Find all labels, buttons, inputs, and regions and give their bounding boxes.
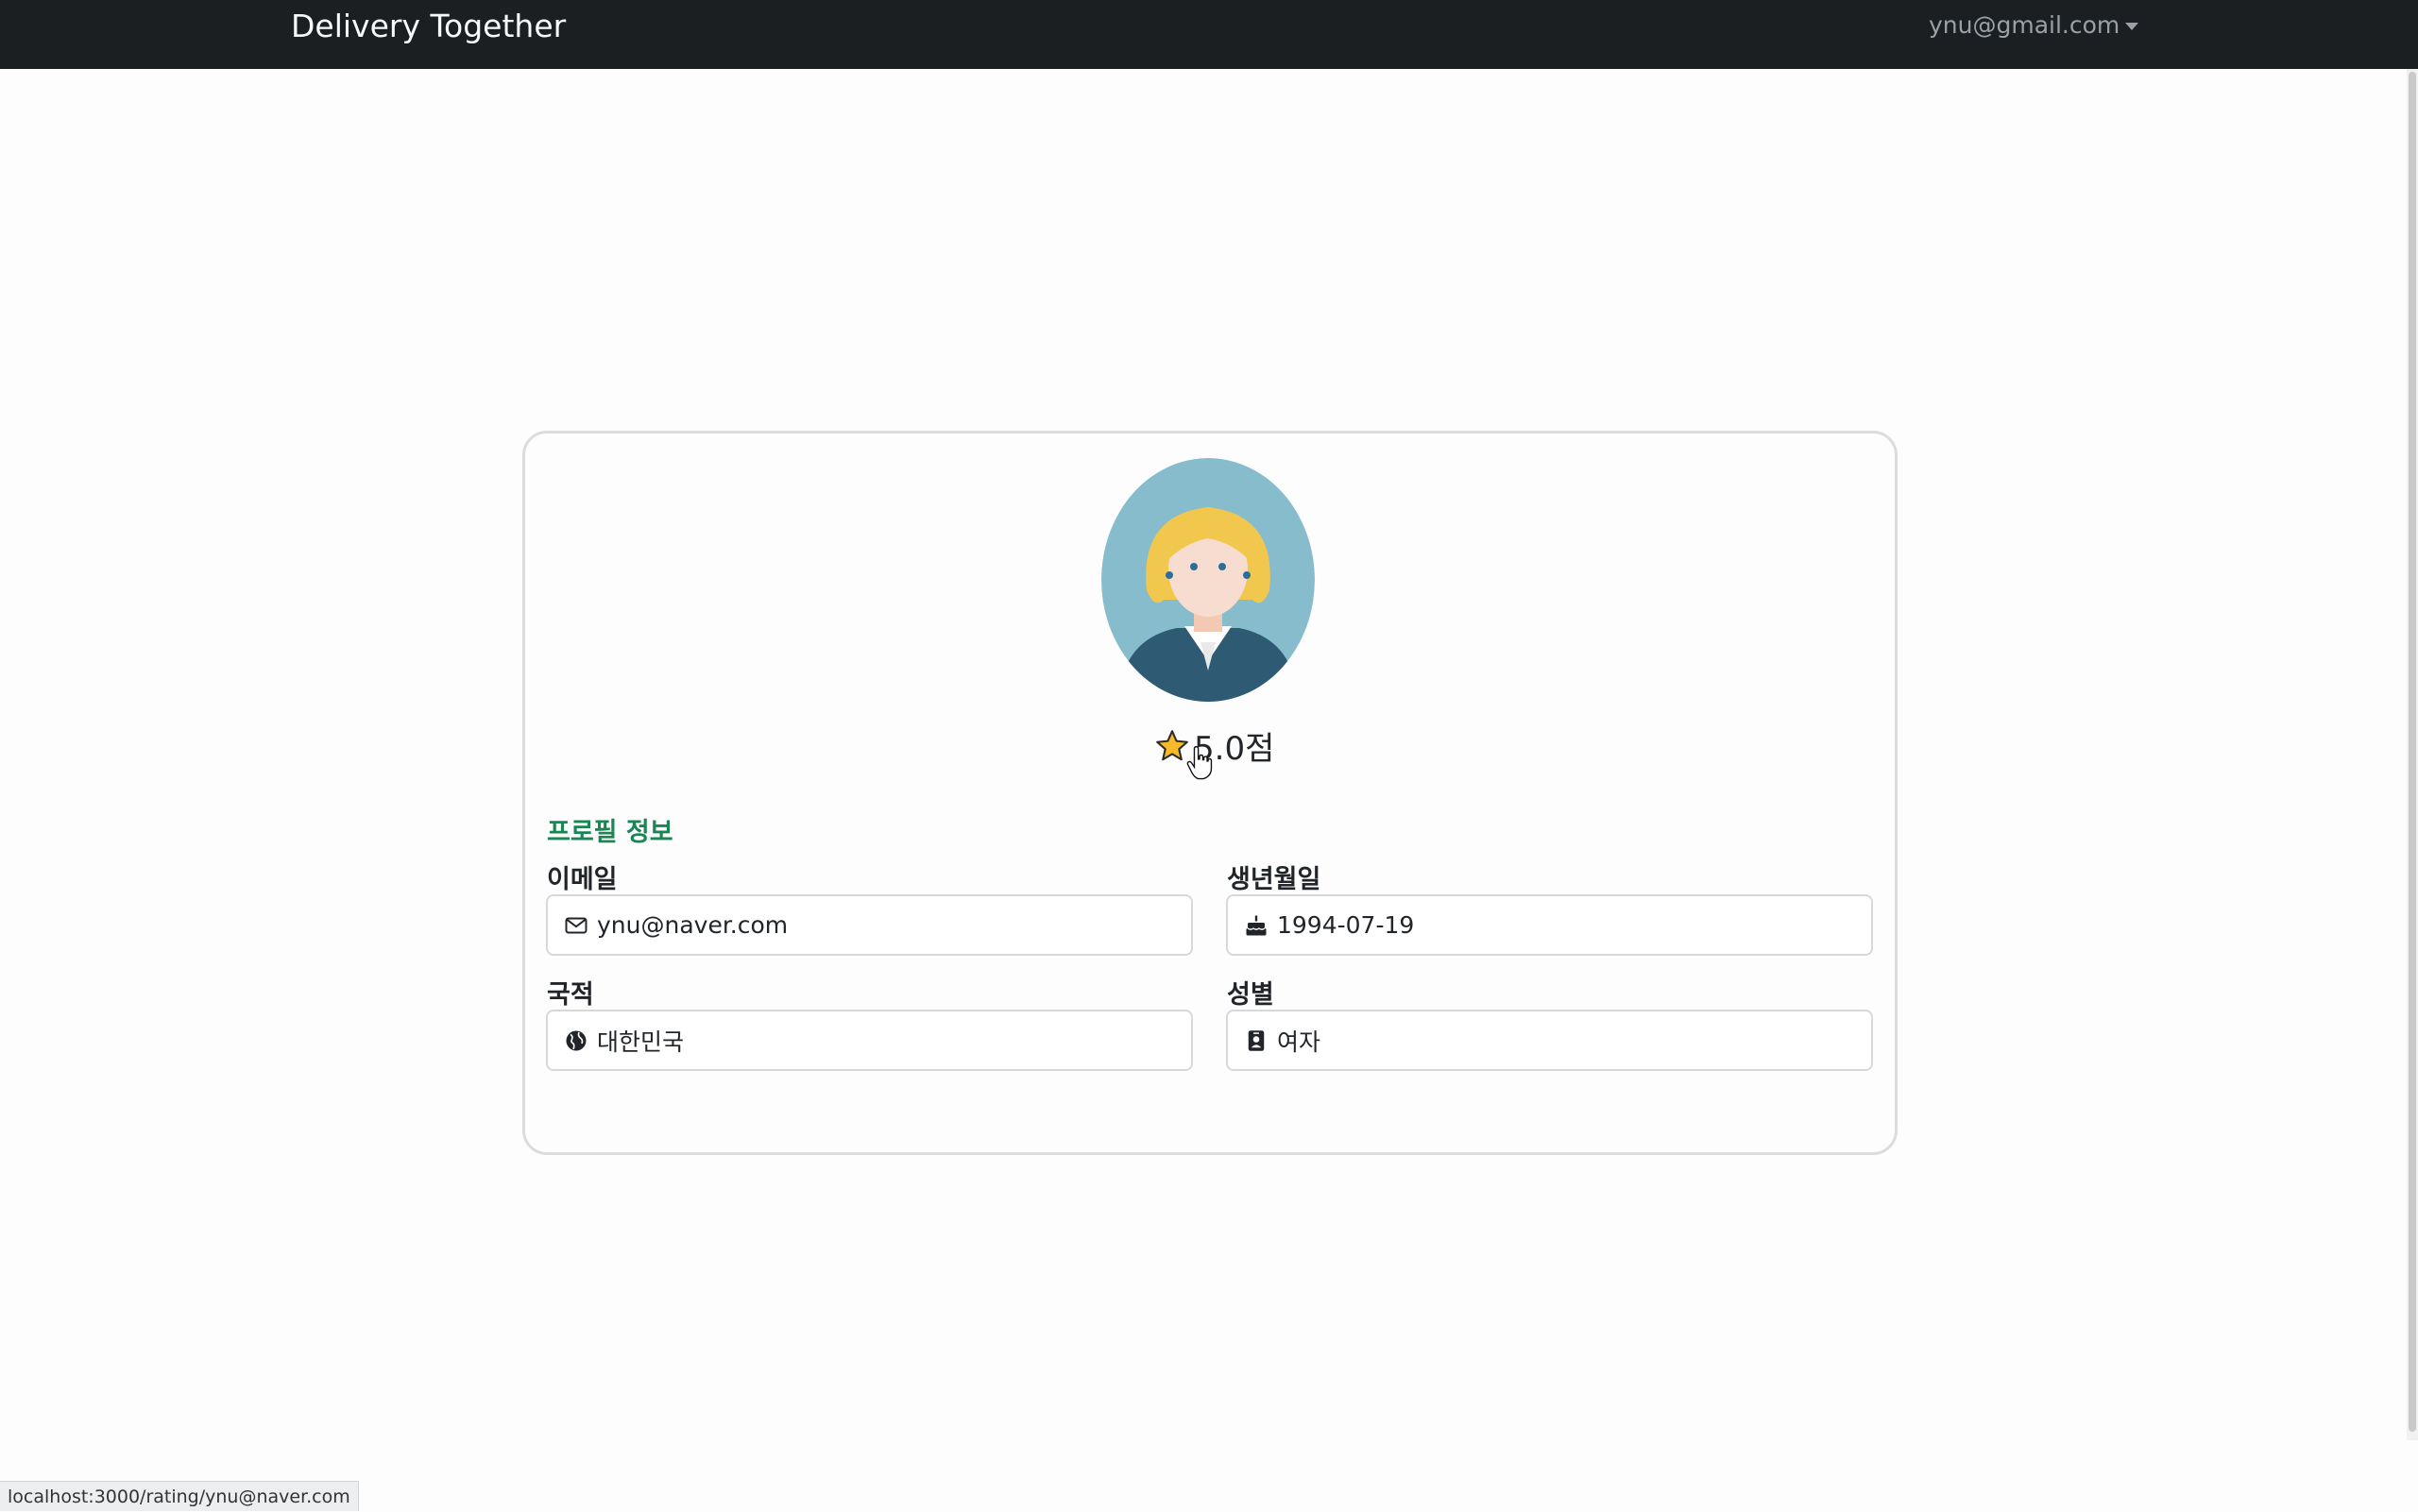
top-navbar: Delivery Together ynu@gmail.com bbox=[0, 0, 2418, 69]
person-badge-icon bbox=[1248, 1029, 1265, 1051]
birthday-label: 생년월일 bbox=[1227, 865, 1321, 894]
star-icon bbox=[1156, 729, 1188, 760]
user-email: ynu@gmail.com bbox=[1929, 11, 2120, 39]
nationality-label: 국적 bbox=[547, 980, 594, 1010]
profile-info-title: 프로필 정보 bbox=[547, 818, 673, 847]
hand-pointer-cursor-icon bbox=[1186, 746, 1213, 780]
scrollbar-thumb[interactable] bbox=[2409, 72, 2416, 1432]
rating-link[interactable]: 5.0점 bbox=[1154, 722, 1274, 769]
link-status-bar: localhost:3000/rating/ynu@naver.com bbox=[0, 1481, 359, 1511]
email-value: ynu@naver.com bbox=[597, 911, 789, 939]
cake-icon bbox=[1246, 915, 1267, 935]
profile-avatar bbox=[1101, 458, 1315, 702]
nationality-value: 대한민국 bbox=[597, 1028, 685, 1056]
brand-link[interactable]: Delivery Together bbox=[291, 8, 566, 44]
globe-icon bbox=[566, 1030, 587, 1050]
woman-avatar-icon bbox=[1101, 458, 1315, 702]
email-label: 이메일 bbox=[547, 865, 618, 894]
gender-value: 여자 bbox=[1277, 1028, 1321, 1056]
birthday-value: 1994-07-19 bbox=[1277, 911, 1415, 939]
envelope-icon bbox=[565, 917, 587, 933]
nationality-field: 대한민국 bbox=[546, 1010, 1193, 1071]
caret-down-icon bbox=[2125, 22, 2139, 30]
gender-field: 여자 bbox=[1226, 1010, 1873, 1071]
gender-label: 성별 bbox=[1227, 980, 1274, 1010]
email-field: ynu@naver.com bbox=[546, 894, 1193, 956]
birthday-field: 1994-07-19 bbox=[1226, 894, 1873, 956]
user-dropdown-toggle[interactable]: ynu@gmail.com bbox=[1929, 11, 2139, 39]
